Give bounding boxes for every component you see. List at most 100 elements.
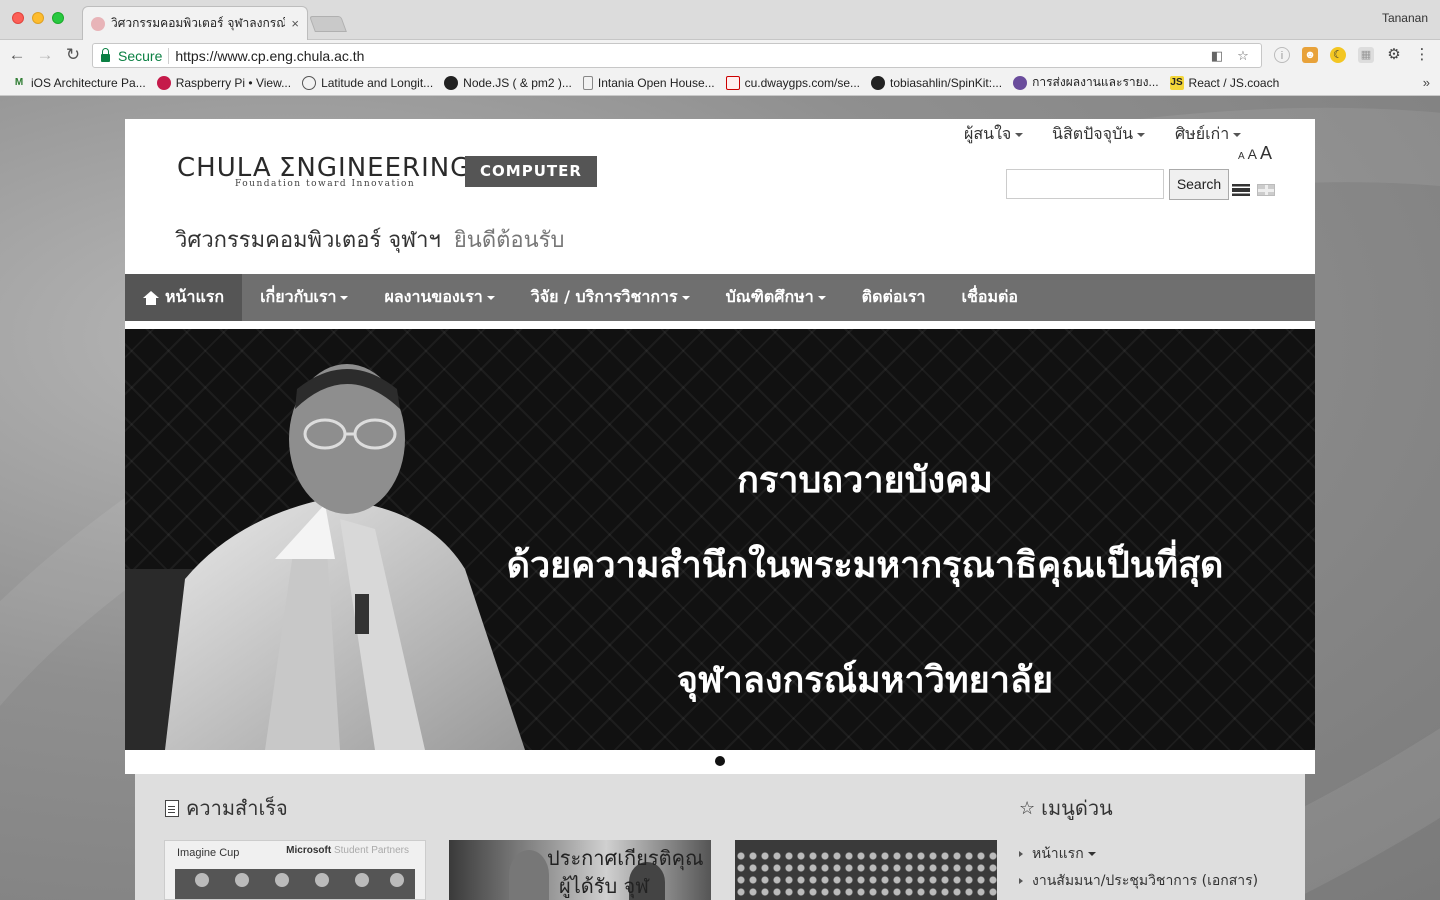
browser-titlebar: วิศวกรรมคอมพิวเตอร์ จุฬาลงกรณ์... × Tana… — [0, 0, 1440, 40]
page-icon — [582, 75, 593, 90]
address-bar[interactable]: Secure https://www.cp.eng.chula.ac.th ◧ … — [92, 43, 1262, 68]
bookmark-label: Node.JS ( & pm2 )... — [463, 75, 572, 90]
main-navigation: หน้าแรก เกี่ยวกับเรา ผลงานของเรา วิจัย /… — [125, 274, 1315, 321]
hero-banner[interactable]: กราบถวายบังคม ด้วยความสำนึกในพระมหากรุณา… — [125, 329, 1315, 750]
nav-label: หน้าแรก — [165, 287, 225, 306]
js-icon: JS — [1169, 75, 1184, 90]
profile-name[interactable]: Tananan — [1382, 11, 1428, 25]
nav-label: วิจัย / บริการวิชาการ — [530, 287, 678, 306]
tab-title: วิศวกรรมคอมพิวเตอร์ จุฬาลงกรณ์... — [111, 16, 286, 30]
secure-label: Secure — [118, 47, 163, 64]
caret-down-icon — [1233, 132, 1242, 137]
caret-down-icon — [817, 295, 826, 300]
nav-connect[interactable]: เชื่อมต่อ — [944, 274, 1036, 321]
microsoft-student-partners-logo: Microsoft Student Partners — [286, 845, 409, 856]
achievement-thumbnail[interactable]: Imagine Cup Microsoft Student Partners — [164, 840, 426, 900]
nav-contact[interactable]: ติดต่อเรา — [844, 274, 944, 321]
uk-flag-icon[interactable] — [1257, 184, 1275, 196]
bookmarks-overflow-icon[interactable]: » — [1423, 75, 1430, 90]
bookmark-item[interactable]: JS React / JS.coach — [1169, 75, 1280, 90]
extension-circle-icon[interactable]: i — [1274, 47, 1290, 63]
quickmenu-label: หน้าแรก — [1032, 845, 1084, 862]
search-input[interactable] — [1006, 169, 1164, 199]
new-tab-button[interactable] — [309, 16, 347, 32]
minimize-window-button[interactable] — [32, 12, 44, 24]
reload-icon[interactable]: ↻ — [62, 44, 84, 66]
bookmark-item[interactable]: Intania Open House... — [582, 75, 715, 90]
microsoft-text: Microsoft — [286, 845, 332, 856]
font-size-small[interactable]: A — [1238, 151, 1245, 162]
extension-gear-icon[interactable]: ⚙ — [1386, 47, 1402, 63]
raspberry-icon — [156, 75, 171, 90]
browser-tab-active[interactable]: วิศวกรรมคอมพิวเตอร์ จุฬาลงกรณ์... × — [82, 6, 308, 40]
logo-tagline: Foundation toward Innovation — [235, 179, 416, 189]
font-size-controls: A A A — [1238, 143, 1272, 164]
carousel-dot-active[interactable] — [715, 756, 725, 766]
topnav-prospective[interactable]: ผู้สนใจ — [964, 122, 1024, 147]
nav-works[interactable]: ผลงานของเรา — [366, 274, 512, 321]
thai-flag-icon[interactable] — [1232, 184, 1250, 196]
site-header: CHULA ΣNGINEERING Foundation toward Inno… — [125, 119, 1315, 274]
home-icon — [143, 290, 159, 305]
bookmark-item[interactable]: MiOS Architecture Pa... — [12, 76, 146, 90]
student-partners-text: Student Partners — [331, 845, 409, 856]
nav-home[interactable]: หน้าแรก — [125, 274, 243, 321]
bookmark-star-icon[interactable]: ☆ — [1235, 48, 1251, 64]
bookmark-label: React / JS.coach — [1188, 75, 1280, 90]
font-size-large[interactable]: A — [1260, 143, 1272, 164]
nav-about[interactable]: เกี่ยวกับเรา — [242, 274, 366, 321]
bookmark-label: Intania Open House... — [597, 75, 715, 90]
topnav-alumni[interactable]: ศิษย์เก่า — [1175, 122, 1242, 147]
bookmark-label: Latitude and Longit... — [321, 75, 434, 90]
bookmark-item[interactable]: Raspberry Pi • View... — [156, 75, 292, 90]
bookmark-item[interactable]: Node.JS ( & pm2 )... — [444, 75, 572, 90]
menu-dots-icon[interactable]: ⋮ — [1414, 47, 1430, 63]
logo-computer-badge[interactable]: COMPUTER — [465, 156, 597, 187]
topnav-current-students[interactable]: นิสิตปัจจุบัน — [1052, 122, 1146, 147]
carousel-indicators — [125, 750, 1315, 774]
caret-down-icon — [1137, 132, 1146, 137]
bookmark-item[interactable]: การส่งผลงานและรายง... — [1013, 73, 1159, 92]
quickmenu-list: หน้าแรก งานสัมมนา/ประชุมวิชาการ (เอกสาร) — [1019, 840, 1258, 894]
browser-toolbar: ← → ↻ Secure https://www.cp.eng.chula.ac… — [0, 40, 1440, 70]
quickmenu-item-seminars[interactable]: งานสัมมนา/ประชุมวิชาการ (เอกสาร) — [1019, 867, 1258, 894]
topnav-label: ศิษย์เก่า — [1175, 124, 1230, 143]
close-window-button[interactable] — [12, 12, 24, 24]
extension-grid-icon[interactable]: ▦ — [1358, 47, 1374, 63]
m-icon: M — [14, 76, 24, 88]
award-sign-text-2: ผู้ได้รับ จุฬ — [559, 874, 649, 898]
topnav-label: นิสิตปัจจุบัน — [1052, 124, 1134, 143]
nav-graduate[interactable]: บัณฑิตศึกษา — [708, 274, 844, 321]
quickmenu-title-text: เมนูด่วน — [1041, 796, 1113, 820]
star-icon: ☆ — [1019, 797, 1036, 819]
bookmark-item[interactable]: cu.dwaygps.com/se... — [725, 75, 860, 90]
achievement-thumbnail[interactable]: ประกาศเกียรติคุณ ผู้ได้รับ จุฬ — [449, 840, 711, 900]
extension-moon-icon[interactable]: ☾ — [1330, 47, 1346, 63]
arrow-right-icon — [1019, 877, 1023, 884]
font-size-medium[interactable]: A — [1248, 146, 1257, 162]
tab-close-icon[interactable]: × — [291, 16, 299, 31]
nav-label: เชื่อมต่อ — [961, 287, 1018, 306]
quickmenu-item-home[interactable]: หน้าแรก — [1019, 840, 1258, 867]
forward-arrow-icon[interactable]: → — [34, 44, 56, 66]
bookmark-label: Raspberry Pi • View... — [175, 75, 292, 90]
quickmenu-label: งานสัมมนา/ประชุมวิชาการ (เอกสาร) — [1032, 872, 1259, 889]
content-area: ความสำเร็จ Imagine Cup Microsoft Student… — [135, 774, 1305, 900]
imagine-cup-logo: Imagine Cup — [177, 847, 240, 859]
back-arrow-icon[interactable]: ← — [6, 44, 28, 66]
search-button[interactable]: Search — [1169, 169, 1229, 200]
nav-label: ติดต่อเรา — [861, 287, 926, 306]
image-icon — [725, 75, 740, 90]
url-text[interactable]: https://www.cp.eng.chula.ac.th — [175, 48, 1209, 64]
maximize-window-button[interactable] — [52, 12, 64, 24]
lock-icon — [101, 47, 110, 62]
extension-face-icon[interactable]: ☻ — [1302, 47, 1318, 63]
banner-line-1: กราบถวายบังคม — [737, 459, 993, 501]
bookmark-item[interactable]: Latitude and Longit... — [302, 75, 434, 90]
achievement-thumbnail[interactable] — [735, 840, 997, 900]
github-icon — [871, 75, 886, 90]
caret-down-icon — [340, 295, 349, 300]
bookmark-item[interactable]: tobiasahlin/SpinKit:... — [871, 75, 1002, 90]
site-settings-icon[interactable]: ◧ — [1209, 48, 1225, 64]
nav-research[interactable]: วิจัย / บริการวิชาการ — [513, 274, 708, 321]
